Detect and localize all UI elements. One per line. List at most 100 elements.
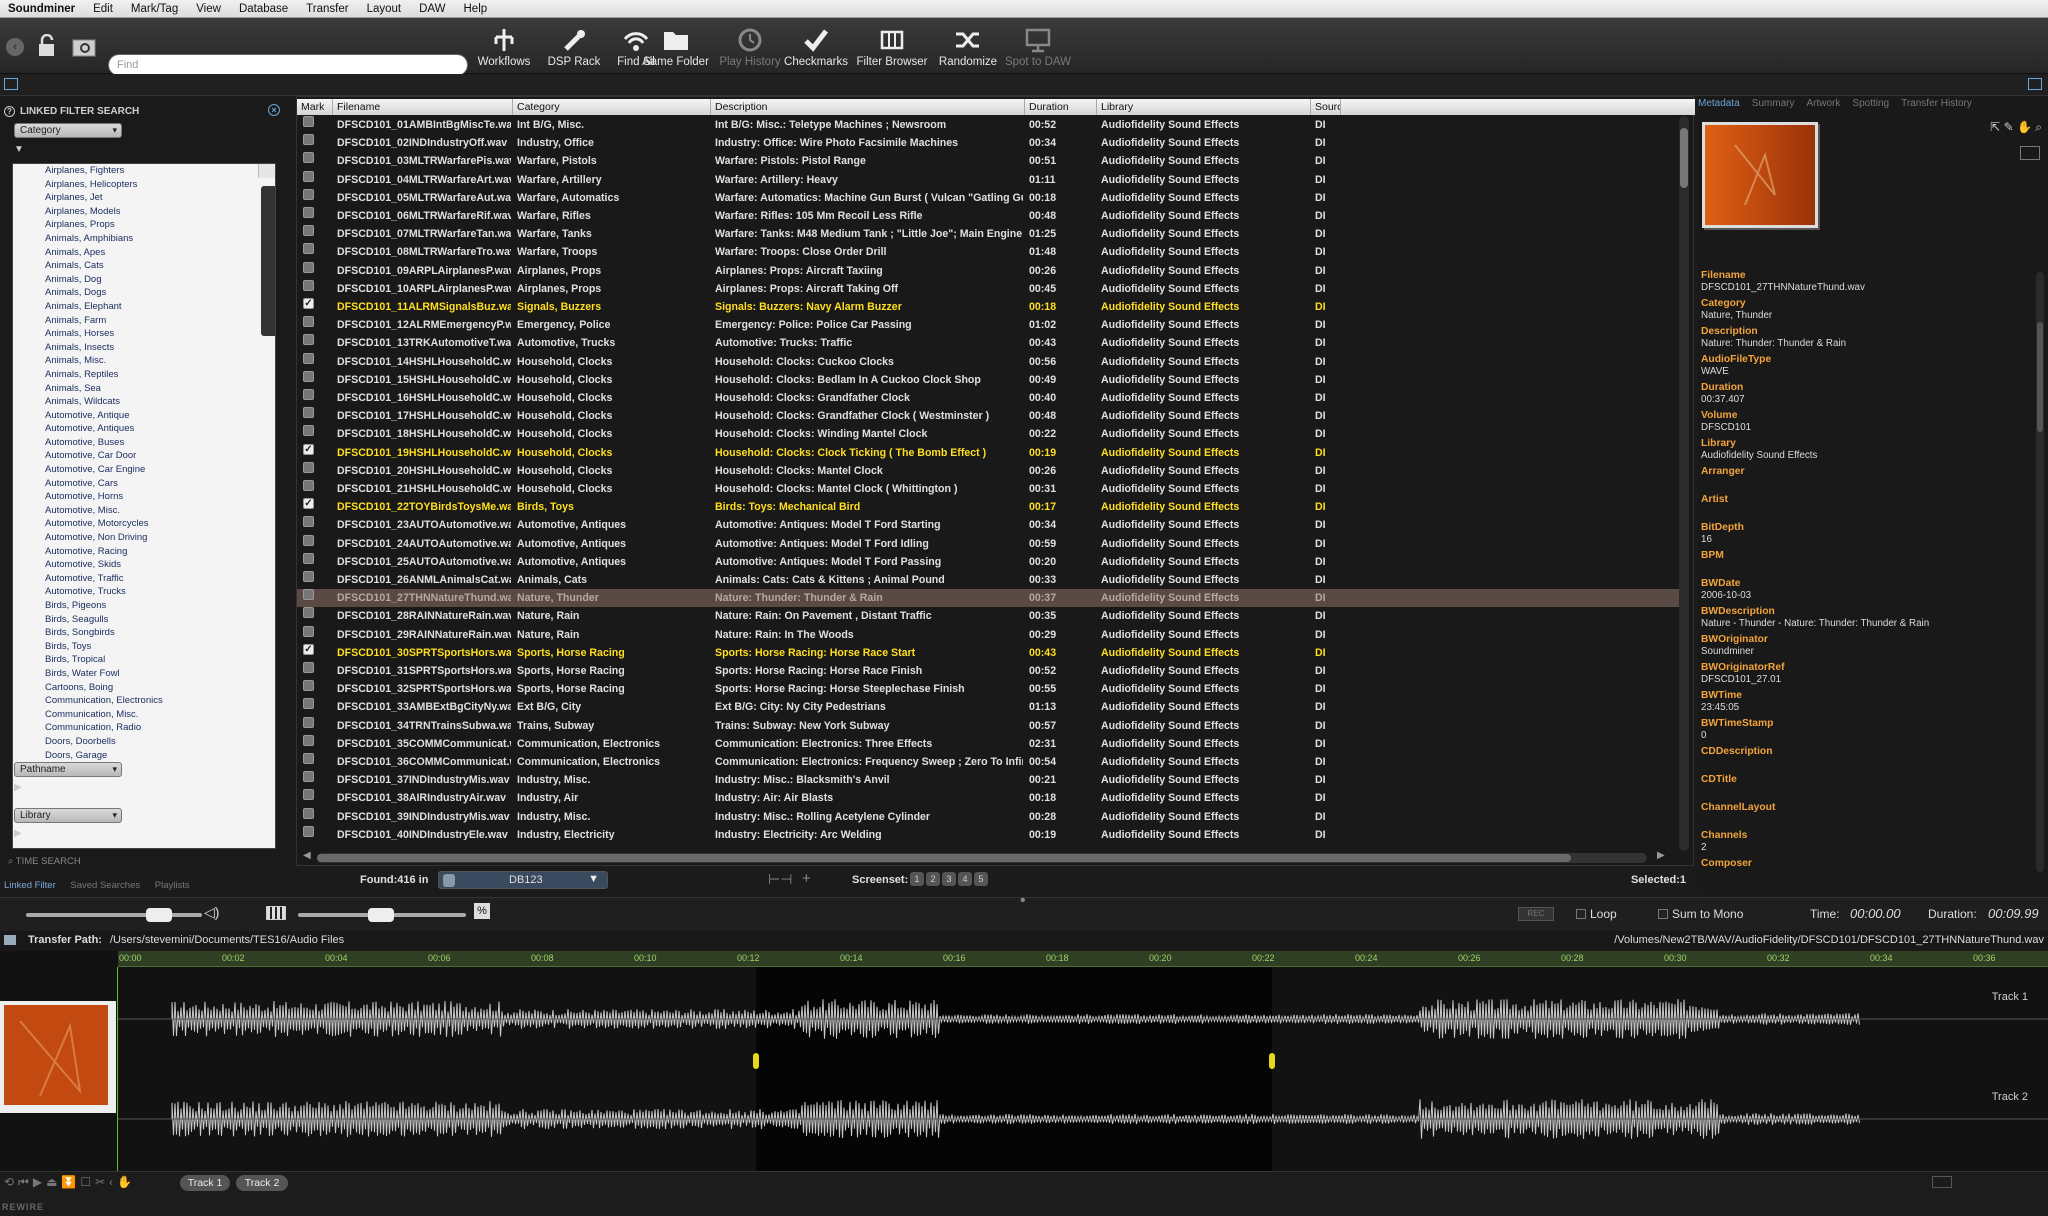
table-row[interactable]: DFSCD101_26ANMLAnimalsCat.wav Animals, Ca… (297, 571, 1683, 589)
pitch-slider[interactable] (298, 908, 466, 922)
category-item[interactable]: Doors, Garage (29, 749, 275, 763)
table-row[interactable]: DFSCD101_09ARPLAirplanesP.wav Airplanes, … (297, 261, 1683, 280)
metadata-value[interactable] (1701, 870, 2031, 886)
category-item[interactable]: Animals, Insects (29, 341, 275, 355)
play-history-button[interactable]: Play History (714, 24, 786, 74)
table-row[interactable]: DFSCD101_29RAINNatureRain.wav Nature, Rai… (297, 625, 1683, 644)
mark-checkbox[interactable] (303, 662, 314, 673)
expand-triangle-icon[interactable]: ▶ (14, 828, 22, 839)
scroll-right-icon[interactable]: ▶ (1657, 850, 1665, 861)
table-row[interactable]: DFSCD101_33AMBExtBgCityNy.wav Ext B/G, Ci… (297, 698, 1683, 716)
category-item[interactable]: Doors, Doorbells (29, 735, 275, 749)
metadata-value[interactable]: Audiofidelity Sound Effects (1701, 450, 2031, 466)
table-row[interactable]: DFSCD101_17HSHLHouseholdC.wav Household, … (297, 407, 1683, 425)
category-item[interactable]: Airplanes, Props (29, 218, 275, 232)
add-icon[interactable]: + (802, 870, 811, 887)
transport-tools[interactable]: ⟲⏮▶⏏⏬☐✂‹✋ (4, 1175, 136, 1190)
category-item[interactable]: Automotive, Horns (29, 490, 275, 504)
folder-icon[interactable] (4, 935, 16, 945)
mark-checkbox[interactable] (303, 279, 314, 291)
table-row[interactable]: DFSCD101_06MLTRWarfareRif.wav Warfare, Ri… (297, 207, 1683, 225)
category-item[interactable]: Automotive, Trucks (29, 585, 275, 599)
mark-checkbox[interactable] (303, 243, 314, 255)
mark-checkbox[interactable] (303, 698, 314, 710)
table-row[interactable]: ✓ DFSCD101_22TOYBirdsToysMe.wav Birds, Toy… (297, 498, 1683, 516)
category-item[interactable]: Automotive, Car Door (29, 449, 275, 463)
menu-item-database[interactable]: Database (239, 3, 288, 15)
mark-checkbox[interactable] (303, 316, 314, 328)
hand-icon[interactable]: ✋ (2017, 120, 2032, 134)
mark-checkbox[interactable]: ✓ (303, 498, 314, 510)
scroll-left-icon[interactable]: ◀ (303, 850, 311, 861)
table-row[interactable]: DFSCD101_01AMBIntBgMiscTe.wav Int B/G, Mi… (297, 116, 1683, 134)
category-item[interactable]: Animals, Horses (29, 327, 275, 341)
menu-item-marktag[interactable]: Mark/Tag (131, 3, 178, 15)
category-item[interactable]: Airplanes, Fighters (29, 164, 275, 178)
left-panel-toggle-icon[interactable] (4, 78, 18, 90)
metadata-value[interactable] (1701, 506, 2031, 522)
screenset-button-4[interactable]: 4 (958, 872, 972, 886)
category-item[interactable]: Animals, Dog (29, 273, 275, 287)
metadata-value[interactable]: 00:37.407 (1701, 394, 2031, 410)
screenset-button-2[interactable]: 2 (926, 872, 940, 886)
column-header-filename[interactable]: Filename (333, 99, 513, 115)
category-item[interactable]: Cartoons, Boing (29, 681, 275, 695)
mark-checkbox[interactable] (303, 134, 314, 146)
database-dropdown[interactable]: DB123 ▼ (438, 871, 608, 889)
same-folder-button[interactable]: Same Folder (640, 24, 712, 74)
table-row[interactable]: DFSCD101_08MLTRWarfareTro.wav Warfare, Tr… (297, 243, 1683, 261)
mark-checkbox[interactable] (303, 771, 314, 783)
mark-checkbox[interactable] (303, 225, 314, 237)
table-row[interactable]: DFSCD101_03MLTRWarfarePis.wav Warfare, Pi… (297, 152, 1683, 170)
mark-checkbox[interactable] (303, 116, 314, 127)
screenset-button-3[interactable]: 3 (942, 872, 956, 886)
split-icon[interactable]: ⊢⊣ (768, 871, 792, 888)
category-item[interactable]: Animals, Farm (29, 314, 275, 328)
category-item[interactable]: Automotive, Skids (29, 558, 275, 572)
category-filter-dropdown[interactable]: Category (14, 123, 122, 138)
mark-checkbox[interactable] (303, 425, 314, 437)
category-item[interactable]: Automotive, Misc. (29, 504, 275, 518)
category-item[interactable]: Animals, Apes (29, 246, 275, 260)
mark-checkbox[interactable] (303, 571, 314, 582)
metadata-scrollbar[interactable] (2036, 272, 2044, 872)
metadata-value[interactable] (1701, 758, 2031, 774)
workflows-button[interactable]: Workflows (468, 24, 540, 74)
screenset-button-5[interactable]: 5 (974, 872, 988, 886)
metadata-value[interactable]: Nature: Thunder: Thunder & Rain (1701, 338, 2031, 354)
table-row[interactable]: DFSCD101_28RAINNatureRain.wav Nature, Rai… (297, 607, 1683, 625)
table-row[interactable]: DFSCD101_16HSHLHouseholdC.wav Household, … (297, 389, 1683, 407)
category-item[interactable]: Automotive, Buses (29, 436, 275, 450)
table-row[interactable]: DFSCD101_24AUTOAutomotive.wav Automotive,… (297, 534, 1683, 553)
loop-checkbox[interactable] (1576, 909, 1586, 919)
table-row[interactable]: DFSCD101_21HSHLHouseholdC.wav Household, … (297, 480, 1683, 498)
menu-item-layout[interactable]: Layout (367, 3, 402, 15)
mark-checkbox[interactable] (303, 807, 314, 819)
mark-checkbox[interactable] (303, 334, 314, 346)
mark-checkbox[interactable]: ✓ (303, 643, 314, 655)
mark-checkbox[interactable] (303, 716, 314, 728)
search-input[interactable]: Find (108, 54, 468, 76)
spot-to-daw-button[interactable]: Spot to DAW (1002, 24, 1074, 74)
mark-checkbox[interactable] (303, 461, 314, 473)
right-panel-toggle-icon[interactable] (2028, 78, 2042, 90)
table-hscroll[interactable] (317, 853, 1647, 863)
metadata-value[interactable]: 16 (1701, 534, 2031, 550)
expand-triangle-icon[interactable]: ▶ (14, 782, 22, 793)
category-item[interactable]: Communication, Electronics (29, 694, 275, 708)
category-scrollbar[interactable]: ▲ ▼ (258, 164, 275, 336)
table-row[interactable]: DFSCD101_15HSHLHouseholdC.wav Household, … (297, 370, 1683, 389)
table-row[interactable]: DFSCD101_18HSHLHouseholdC.wav Household, … (297, 425, 1683, 443)
category-item[interactable]: Birds, Tropical (29, 653, 275, 667)
category-item[interactable]: Automotive, Antique (29, 409, 275, 423)
category-item[interactable]: Animals, Elephant (29, 300, 275, 314)
percent-button[interactable]: % (474, 903, 490, 919)
table-row[interactable]: DFSCD101_10ARPLAirplanesP.wav Airplanes, … (297, 279, 1683, 298)
tab-playlists[interactable]: Playlists (155, 880, 190, 891)
library-filter-dropdown[interactable]: Library (14, 808, 122, 823)
folder-search-icon[interactable] (72, 36, 98, 58)
mark-checkbox[interactable] (303, 370, 314, 382)
table-row[interactable]: DFSCD101_32SPRTSportsHors.wav Sports, Hor… (297, 680, 1683, 698)
column-header-library[interactable]: Library (1097, 99, 1311, 115)
pencil-icon[interactable]: ✎ (2004, 120, 2014, 134)
